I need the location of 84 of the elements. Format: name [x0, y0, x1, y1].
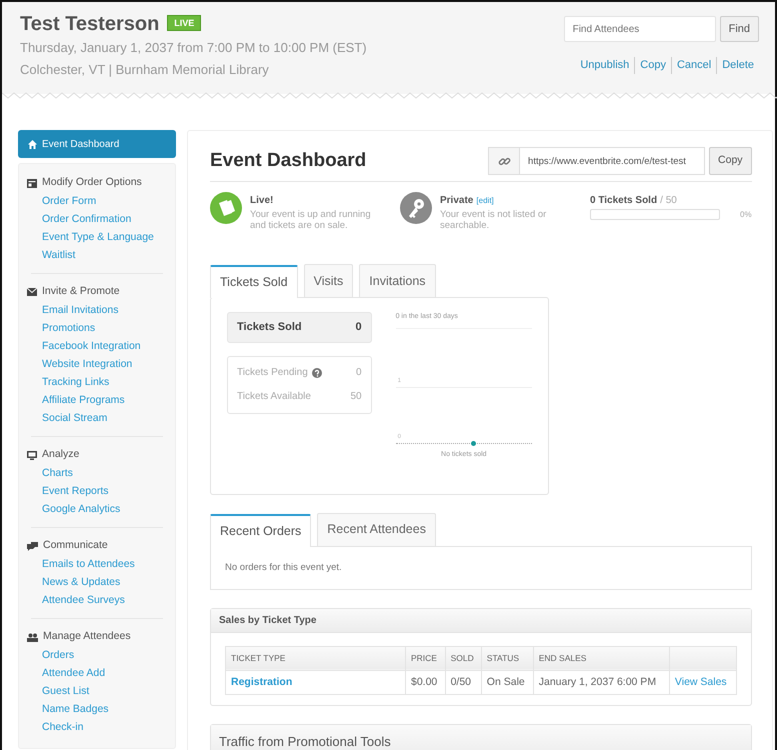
- detail-value: 50: [350, 390, 362, 404]
- sidebar-link[interactable]: Promotions: [27, 319, 167, 337]
- search-field[interactable]: Find Attendees: [564, 16, 716, 42]
- sidebar-item[interactable]: Event Dashboard: [18, 130, 176, 158]
- sidebar-link[interactable]: Event Reports: [27, 482, 167, 500]
- action-link[interactable]: Cancel: [670, 57, 716, 74]
- column-header: SOLD: [445, 646, 482, 670]
- copy-button[interactable]: Copy: [709, 147, 752, 175]
- detail-label: Tickets Pending: [237, 366, 308, 380]
- sidebar-link[interactable]: Charts: [27, 464, 167, 482]
- help-icon: [312, 368, 322, 378]
- tab[interactable]: Recent Attendees: [317, 512, 436, 546]
- orders-message: No orders for this event yet.: [210, 546, 752, 590]
- sidebar-link[interactable]: Order Confirmation: [27, 210, 167, 228]
- ticket-icon: [210, 192, 242, 224]
- sidebar-link[interactable]: Website Integration: [27, 355, 167, 373]
- tab[interactable]: Invitations: [359, 264, 436, 297]
- sidebar-link[interactable]: Waitlist: [27, 246, 167, 264]
- detail-label: Tickets Available: [237, 390, 311, 404]
- home-icon: [28, 140, 37, 148]
- table-cell: On Sale: [481, 670, 534, 695]
- table-cell: January 1, 2037 6:00 PM: [533, 670, 670, 695]
- envelope-icon: [27, 288, 37, 296]
- sidebar-heading: Analyze: [42, 447, 80, 462]
- sidebar-heading: Communicate: [43, 538, 108, 554]
- panel-title: Traffic from Promotional Tools: [211, 725, 751, 750]
- data-point: [470, 440, 476, 446]
- event-location: Colchester, VT | Burnham Memorial Library: [20, 61, 270, 79]
- page-title: Event Dashboard: [210, 149, 366, 173]
- sidebar-heading: Manage Attendees: [43, 629, 131, 644]
- status-description: Your event is not listed or searchable.: [440, 208, 548, 230]
- event-title: Test Testerson: [20, 13, 160, 35]
- tab[interactable]: Visits: [304, 264, 354, 297]
- sidebar-link[interactable]: Social Stream: [27, 409, 167, 427]
- status-description: Your event is up and running and tickets are on sale.: [250, 208, 372, 230]
- sidebar-link[interactable]: Check-in: [27, 718, 167, 736]
- column-header: STATUS: [481, 646, 534, 670]
- sidebar-link[interactable]: Tracking Links: [27, 373, 167, 391]
- action-link[interactable]: Delete: [716, 57, 759, 74]
- live-badge: LIVE: [167, 15, 202, 31]
- tickets-sold-count: 0 Tickets Sold: [590, 195, 658, 206]
- sidebar-link[interactable]: Guest List: [27, 682, 167, 700]
- detail-value: 0: [356, 366, 362, 380]
- panel-title: Sales by Ticket Type: [211, 608, 751, 633]
- sidebar-link[interactable]: Name Badges: [27, 700, 167, 718]
- sidebar-heading: Invite & Promote: [42, 284, 120, 300]
- status-title: Live!: [250, 195, 274, 206]
- key-icon: [400, 192, 432, 224]
- window-icon: [27, 178, 37, 188]
- sidebar-link[interactable]: Attendee Add: [27, 664, 167, 682]
- link-button[interactable]: [488, 147, 520, 175]
- sidebar-link[interactable]: Affiliate Programs: [27, 391, 167, 409]
- sidebar-link[interactable]: Google Analytics: [27, 500, 167, 518]
- sidebar-link[interactable]: Orders: [27, 646, 167, 664]
- url-field[interactable]: https://www.eventbrite.com/e/test-test: [520, 147, 706, 175]
- sidebar-link[interactable]: Attendee Surveys: [27, 591, 167, 609]
- table-cell: $0.00: [406, 670, 446, 695]
- sidebar-link[interactable]: Emails to Attendees: [27, 555, 167, 573]
- tickets-total: / 50: [660, 195, 677, 206]
- action-link[interactable]: Unpublish: [575, 57, 634, 74]
- tab[interactable]: Recent Orders: [210, 514, 312, 546]
- edit-link[interactable]: [edit]: [476, 196, 494, 205]
- sidebar-heading: Modify Order Options: [42, 175, 142, 190]
- column-header: END SALES: [533, 646, 670, 670]
- sidebar-link[interactable]: News & Updates: [27, 573, 167, 591]
- sidebar-link[interactable]: Facebook Integration: [27, 337, 167, 355]
- event-date: Thursday, January 1, 2037 from 7:00 PM to 10:00 PM (EST): [20, 39, 367, 57]
- find-button[interactable]: Find: [720, 16, 759, 42]
- chat-icon: [27, 542, 38, 550]
- table-cell: 0/50: [445, 670, 482, 695]
- tab[interactable]: Tickets Sold: [210, 265, 298, 298]
- action-link[interactable]: Copy: [634, 57, 671, 74]
- summary-label: Tickets Sold: [237, 320, 302, 335]
- progress-percent: 0%: [740, 208, 752, 220]
- sidebar-link[interactable]: Event Type & Language: [27, 228, 167, 246]
- sidebar-link[interactable]: Order Form: [27, 192, 167, 210]
- summary-value: 0: [355, 320, 362, 335]
- column-header: PRICE: [406, 646, 446, 670]
- ticket-link[interactable]: Registration: [231, 676, 292, 688]
- status-title: Private: [440, 195, 474, 206]
- column-header: TICKET TYPE: [226, 646, 406, 670]
- monitor-icon: [27, 450, 37, 460]
- people-icon: [27, 632, 38, 642]
- sidebar-link[interactable]: Email Invitations: [27, 301, 167, 319]
